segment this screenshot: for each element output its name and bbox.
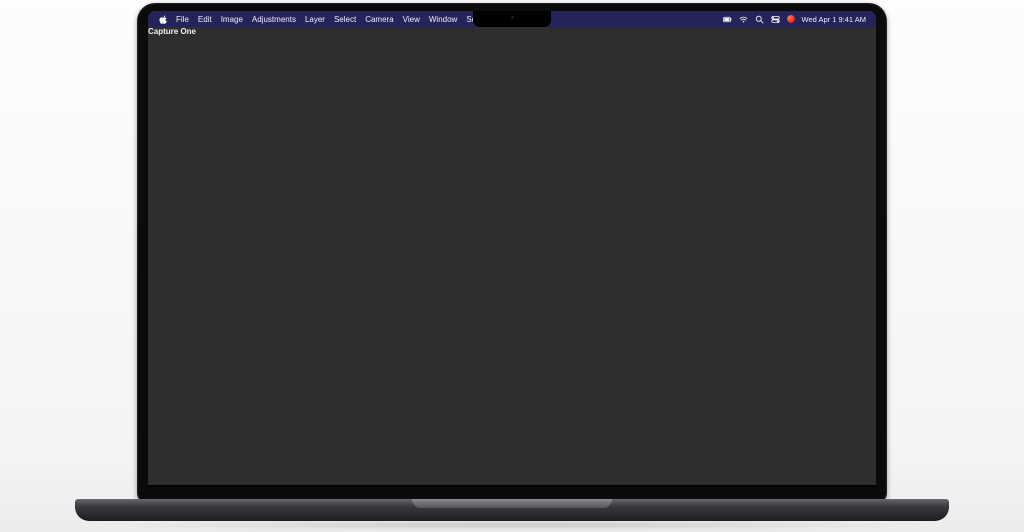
page: Capture One File Edit Image Adjustments … xyxy=(0,0,1024,532)
menu-item-window[interactable]: Window xyxy=(429,15,457,24)
laptop-shadow xyxy=(90,521,936,529)
menu-item-view[interactable]: View xyxy=(403,15,420,24)
menu-bar-clock[interactable]: Wed Apr 1 9:41 AM xyxy=(802,15,866,24)
menu-item-capture-one[interactable]: Capture One xyxy=(148,27,876,485)
display-notch xyxy=(473,11,551,27)
menu-item-edit[interactable]: Edit xyxy=(198,15,212,24)
display: Capture One File Edit Image Adjustments … xyxy=(148,11,876,487)
menu-item-file[interactable]: File xyxy=(176,15,189,24)
battery-icon[interactable] xyxy=(723,15,732,24)
macbook-screen: Capture One File Edit Image Adjustments … xyxy=(137,3,887,503)
menu-item-select[interactable]: Select xyxy=(334,15,356,24)
macbook-lid-notch xyxy=(412,499,612,508)
macbook-base xyxy=(75,499,949,521)
wifi-icon[interactable] xyxy=(739,15,748,24)
control-center-icon[interactable] xyxy=(771,15,780,24)
menu-item-layer[interactable]: Layer xyxy=(305,15,325,24)
apple-logo-icon[interactable] xyxy=(158,14,167,25)
spotlight-search-icon[interactable] xyxy=(755,15,764,24)
menu-item-adjustments[interactable]: Adjustments xyxy=(252,15,296,24)
camera-icon xyxy=(511,16,514,19)
menu-item-camera[interactable]: Camera xyxy=(365,15,393,24)
menu-item-image[interactable]: Image xyxy=(221,15,243,24)
menu-bar-app-icon[interactable] xyxy=(787,15,795,23)
